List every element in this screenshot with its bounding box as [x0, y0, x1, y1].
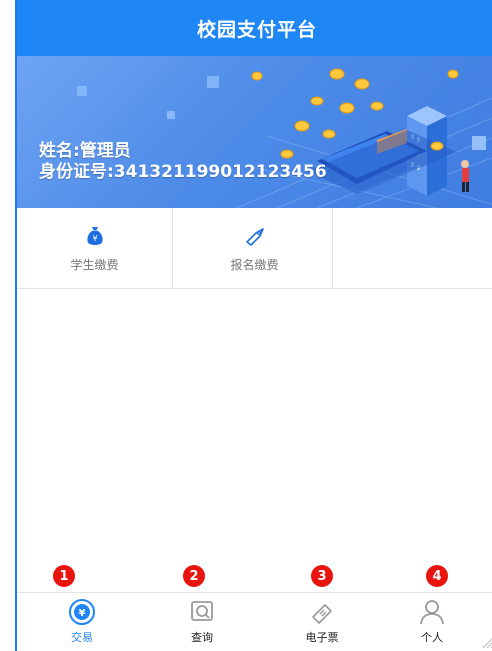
search-icon: [191, 601, 213, 621]
money-bag-icon: ¥: [86, 226, 103, 245]
person-icon: [420, 600, 444, 625]
yuan-coin-icon: ¥: [69, 599, 95, 625]
user-banner: 姓名:管理员 身份证号:341321199012123456: [17, 56, 492, 208]
tab-e-ticket[interactable]: 电子票: [262, 593, 382, 651]
tab-personal-label: 个人: [421, 631, 443, 644]
service-label-student-fee: 学生缴费: [70, 257, 119, 272]
bottom-tab-bar: ¥ 交易 查询 电子票 个人: [17, 592, 492, 651]
page-title: 校园支付平台: [196, 18, 317, 41]
service-tile-registration-fee[interactable]: 报名缴费: [177, 208, 333, 288]
marker-1: 1: [53, 565, 75, 587]
tab-trade-label: 交易: [71, 631, 93, 644]
tag-icon: [245, 227, 264, 246]
marker-3: 3: [311, 565, 333, 587]
tab-query-label: 查询: [191, 631, 213, 644]
page-header: 校园支付平台: [17, 0, 492, 56]
svg-text:¥: ¥: [79, 608, 86, 619]
tab-personal[interactable]: 个人: [372, 593, 492, 651]
service-tile-student-fee[interactable]: ¥ 学生缴费: [17, 208, 173, 288]
tab-trade[interactable]: ¥ 交易: [22, 593, 142, 651]
service-grid: ¥ 学生缴费 报名缴费: [17, 208, 492, 289]
marker-4: 4: [426, 565, 448, 587]
banner-illustration: [77, 68, 492, 208]
service-label-registration-fee: 报名缴费: [230, 257, 279, 272]
user-id-label: 身份证号:341321199012123456: [39, 162, 327, 182]
app-frame: 校园支付平台 姓名:管理员 身份证号:341321199012123456 ¥ …: [15, 0, 492, 651]
marker-2: 2: [183, 565, 205, 587]
resize-grip-icon[interactable]: [481, 635, 492, 649]
tab-e-ticket-label: 电子票: [305, 631, 339, 644]
tab-query[interactable]: 查询: [142, 593, 262, 651]
svg-text:¥: ¥: [92, 234, 97, 243]
ticket-icon: [312, 604, 332, 624]
